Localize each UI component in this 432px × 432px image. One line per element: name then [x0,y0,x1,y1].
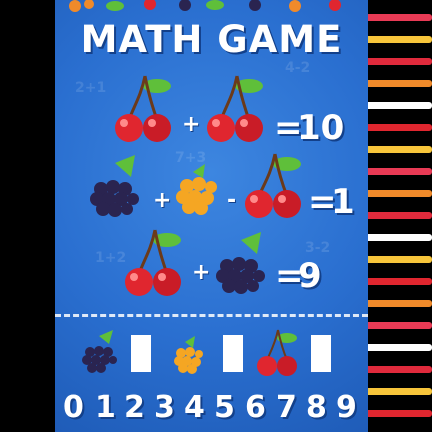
game-board: 2+1 4-2 3-2 1+2 7+3 MATH GAME + = 10 + -… [55,0,368,432]
top-decor [69,0,341,12]
result-value: 10 [297,108,345,148]
digit-0[interactable]: 0 [63,390,84,425]
cloudberry-icon [176,164,217,215]
cherry-icon [115,75,171,142]
divider [55,314,368,317]
blackberry-icon [90,155,139,217]
digit-7[interactable]: 7 [276,390,297,425]
answer-box-3[interactable] [311,335,331,372]
cherry-icon [207,75,263,142]
answer-box-2[interactable] [223,335,243,372]
minus-operator: - [227,188,237,213]
cherry-icon [125,229,181,296]
digit-3[interactable]: 3 [154,390,175,425]
digit-4[interactable]: 4 [184,390,205,425]
digit-8[interactable]: 8 [306,390,327,425]
blackberry-icon [216,232,265,294]
digit-1[interactable]: 1 [95,390,116,425]
blackberry-icon [82,330,117,373]
result-value: 1 [331,182,355,222]
answer-box-1[interactable] [131,335,151,372]
digit-9[interactable]: 9 [336,390,357,425]
plus-operator: + [153,188,172,213]
cherry-icon [257,329,297,376]
digit-5[interactable]: 5 [214,390,235,425]
digit-2[interactable]: 2 [124,390,145,425]
game-title: MATH GAME [80,18,343,61]
plus-operator: + [182,112,201,137]
digit-6[interactable]: 6 [245,390,266,425]
result-value: 9 [298,256,322,296]
cherry-icon [245,153,301,218]
plus-operator: + [192,260,211,285]
cloudberry-icon [174,336,203,374]
